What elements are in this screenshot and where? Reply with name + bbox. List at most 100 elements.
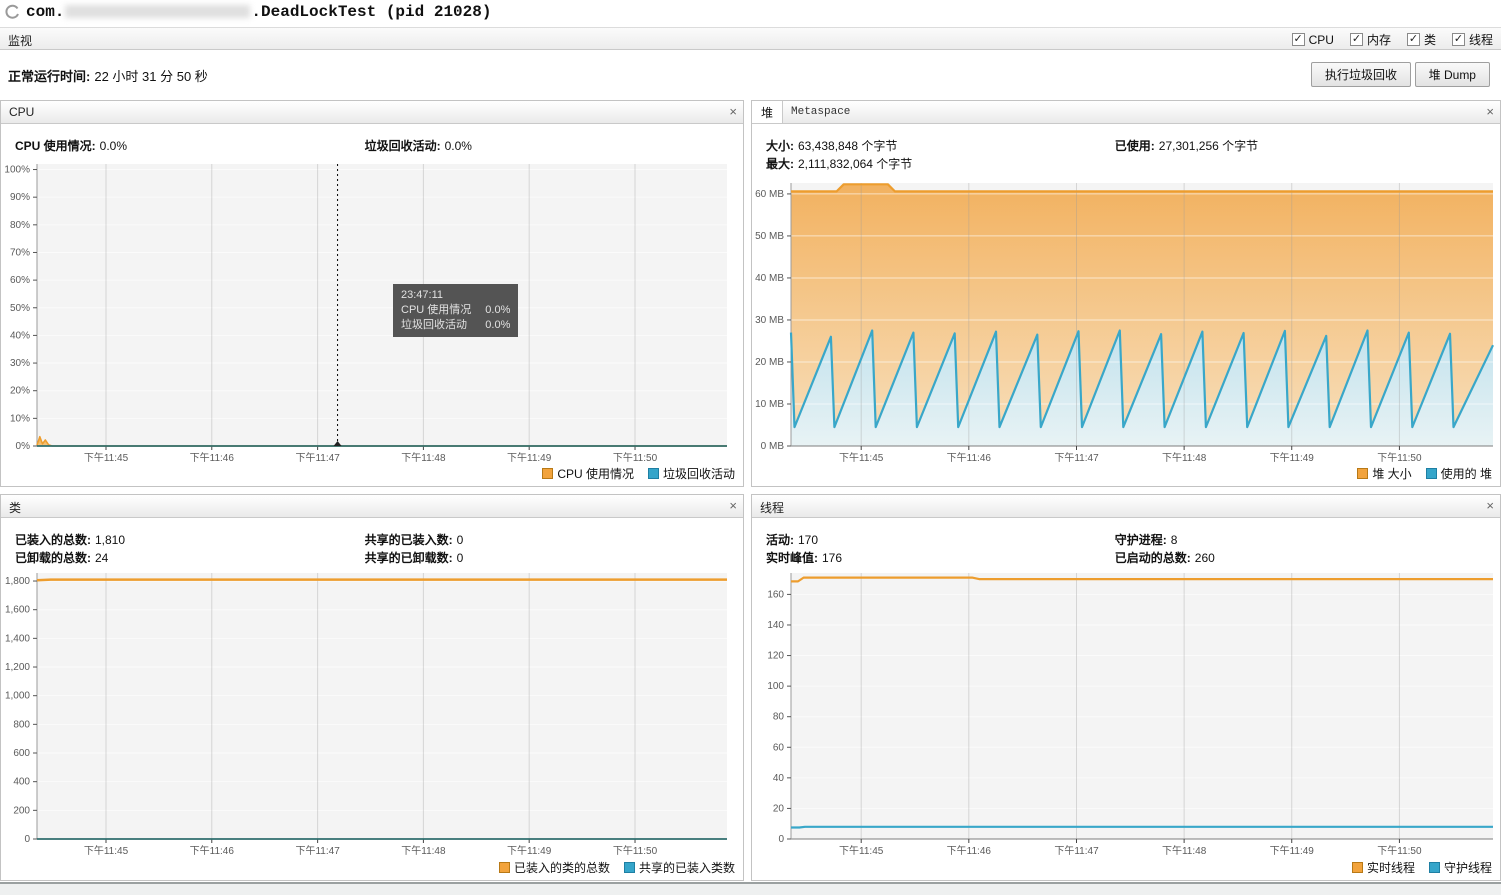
svg-text:50%: 50% — [10, 303, 30, 314]
checkbox-classes[interactable]: ✓ 类 — [1406, 31, 1436, 48]
cpu-panel: 0% 10% 20% 30% 40% 50% 60% 70% 80% 90% 100% 下午11:45… — [0, 100, 744, 487]
checkbox-cpu-label: CPU — [1308, 32, 1334, 47]
svg-text:140: 140 — [767, 620, 784, 631]
tab-metaspace[interactable]: Metaspace — [781, 101, 860, 123]
close-icon[interactable]: × — [729, 498, 737, 513]
stat-label: 守护进程: — [1114, 533, 1167, 547]
svg-text:70%: 70% — [10, 247, 30, 258]
close-icon[interactable]: × — [1486, 104, 1494, 119]
svg-text:下午11:50: 下午11:50 — [613, 451, 658, 464]
chart-tooltip: 23:47:11 CPU 使用情况 0.0% 垃圾回收活动 0.0% — [393, 284, 519, 337]
tooltip-row: CPU 使用情况 0.0% — [401, 303, 510, 318]
title-redacted-blur — [65, 5, 251, 19]
svg-text:下午11:50: 下午11:50 — [613, 844, 658, 857]
stat-value: 63,438,848 个字节 — [798, 139, 898, 153]
heap-dump-button[interactable]: 堆 Dump — [1414, 62, 1490, 87]
checkbox-checked-icon[interactable]: ✓ — [1406, 33, 1420, 46]
legend-swatch-icon — [647, 468, 659, 479]
svg-text:600: 600 — [13, 748, 30, 759]
threads-started-stat: 已启动的总数: 260 — [1115, 549, 1215, 566]
tab-heap[interactable]: 堆 — [752, 101, 784, 123]
stat-label: 共享的已装入数: — [364, 533, 453, 547]
legend-item: 使用的 堆 — [1425, 465, 1492, 482]
svg-text:60 MB: 60 MB — [755, 189, 784, 200]
svg-text:40 MB: 40 MB — [755, 273, 784, 284]
svg-text:下午11:47: 下午11:47 — [1054, 844, 1099, 857]
stat-label: 已卸载的总数: — [15, 551, 91, 565]
stat-label: 已启动的总数: — [1114, 551, 1191, 565]
svg-text:下午11:47: 下午11:47 — [295, 451, 340, 464]
title-suffix: .DeadLockTest (pid 21028) — [251, 3, 492, 21]
legend-item: 垃圾回收活动 — [647, 465, 735, 482]
threads-panel: 0 20 40 60 80 100 120 140 160 下午11:45 下午11:46 下午11:… — [751, 494, 1501, 881]
title-bar: com. .DeadLockTest (pid 21028) — [0, 0, 1501, 27]
svg-text:90%: 90% — [10, 192, 30, 203]
stat-label: CPU 使用情况: — [15, 139, 96, 153]
tab-monitor[interactable]: 监视 — [8, 32, 32, 49]
svg-text:0 MB: 0 MB — [761, 441, 785, 452]
checkbox-memory-label: 内存 — [1366, 33, 1391, 47]
bottom-status-strip — [0, 882, 1501, 895]
heap-max-stat: 最大: 2,111,832,064 个字节 — [766, 155, 912, 172]
svg-text:20: 20 — [773, 803, 785, 814]
tooltip-label: 垃圾回收活动 — [401, 319, 467, 331]
legend-label: 共享的已装入类数 — [638, 861, 735, 875]
svg-text:下午11:46: 下午11:46 — [190, 844, 235, 857]
svg-text:下午11:50: 下午11:50 — [1377, 844, 1422, 857]
checkbox-checked-icon[interactable]: ✓ — [1349, 33, 1363, 46]
stat-value: 0.0% — [444, 139, 472, 153]
checkbox-checked-icon[interactable]: ✓ — [1291, 33, 1305, 46]
svg-text:下午11:48: 下午11:48 — [401, 844, 446, 857]
stat-value: 8 — [1170, 533, 1178, 547]
uptime-label: 正常运行时间: — [8, 69, 91, 84]
close-icon[interactable]: × — [1486, 498, 1494, 513]
process-icon — [5, 4, 19, 19]
cpu-usage-stat: CPU 使用情况: 0.0% — [15, 137, 127, 154]
heap-panel-header: 堆 Metaspace × — [752, 101, 1500, 124]
svg-text:80%: 80% — [10, 220, 30, 231]
svg-text:下午11:46: 下午11:46 — [190, 451, 235, 464]
metric-checkboxes: ✓ CPU ✓ 内存 ✓ 类 ✓ 线程 — [1291, 31, 1493, 48]
legend-label: 使用的 堆 — [1440, 467, 1492, 481]
svg-text:下午11:49: 下午11:49 — [507, 844, 552, 857]
svg-text:下午11:48: 下午11:48 — [1162, 451, 1207, 464]
classes-panel-header: 类 × — [1, 495, 743, 518]
checkbox-threads[interactable]: ✓ 线程 — [1451, 31, 1493, 48]
svg-text:50 MB: 50 MB — [755, 231, 784, 242]
svg-text:下午11:49: 下午11:49 — [1270, 844, 1315, 857]
checkbox-memory[interactable]: ✓ 内存 — [1349, 31, 1391, 48]
stat-value: 0.0% — [99, 139, 128, 153]
svg-text:0: 0 — [778, 834, 784, 845]
svg-text:10 MB: 10 MB — [755, 399, 784, 410]
perform-gc-button[interactable]: 执行垃圾回收 — [1310, 62, 1411, 87]
svg-text:下午11:45: 下午11:45 — [84, 451, 129, 464]
svg-text:下午11:47: 下午11:47 — [295, 844, 340, 857]
svg-text:400: 400 — [13, 777, 30, 788]
title-prefix: com. — [26, 3, 65, 21]
svg-text:10%: 10% — [10, 413, 30, 424]
stat-label: 已装入的总数: — [15, 533, 91, 547]
cpu-panel-header: CPU × — [1, 101, 743, 124]
tab-bar: 监视 ✓ CPU ✓ 内存 ✓ 类 ✓ 线程 — [0, 27, 1501, 50]
svg-text:120: 120 — [767, 651, 784, 662]
legend-item: 已装入的类的总数 — [498, 859, 610, 876]
heap-legend: 堆 大小 使用的 堆 — [1357, 465, 1492, 482]
stat-label: 大小: — [766, 139, 794, 153]
svg-text:1,600: 1,600 — [5, 605, 30, 616]
svg-text:下午11:45: 下午11:45 — [839, 451, 884, 464]
checkbox-threads-label: 线程 — [1468, 33, 1493, 47]
stat-value: 260 — [1194, 551, 1215, 565]
close-icon[interactable]: × — [729, 104, 737, 119]
stat-value: 0 — [456, 551, 464, 565]
classes-shared-unloaded-stat: 共享的已卸载数: 0 — [365, 549, 464, 566]
uptime: 正常运行时间: 22 小时 31 分 50 秒 — [8, 66, 208, 85]
legend-label: 守护线程 — [1443, 861, 1492, 875]
checkbox-cpu[interactable]: ✓ CPU — [1291, 31, 1334, 48]
svg-text:100%: 100% — [4, 165, 30, 176]
svg-text:下午11:49: 下午11:49 — [507, 451, 552, 464]
legend-swatch-icon — [1351, 862, 1363, 873]
threads-panel-title: 线程 — [760, 501, 785, 515]
legend-swatch-icon — [1425, 468, 1437, 479]
checkbox-checked-icon[interactable]: ✓ — [1451, 33, 1465, 46]
cpu-panel-title: CPU — [9, 105, 35, 119]
